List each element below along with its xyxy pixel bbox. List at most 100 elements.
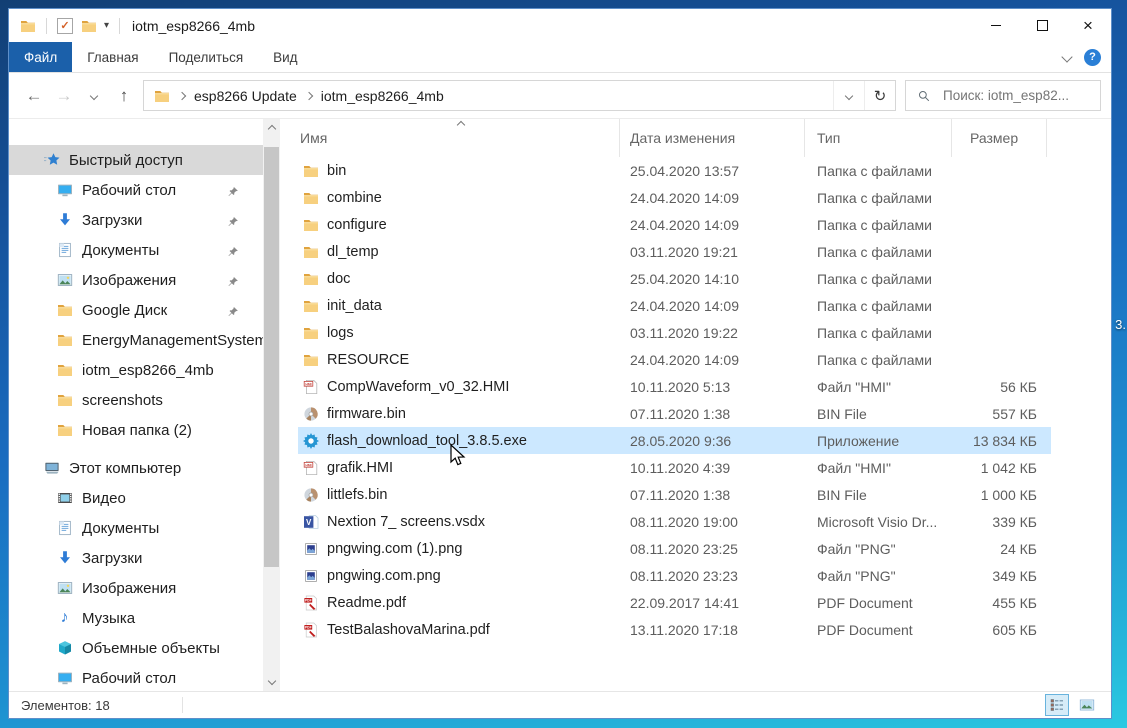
sidebar-item-изображения[interactable]: Изображения: [9, 265, 263, 295]
video-icon: [56, 490, 73, 507]
file-row[interactable]: PDFTestBalashovaMarina.pdf13.11.2020 17:…: [298, 616, 1051, 643]
sidebar-item-energymanagementsystemn[interactable]: EnergyManagementSystemN: [9, 325, 263, 355]
forward-button[interactable]: →: [49, 81, 79, 111]
sidebar-item-новая-папка-2-[interactable]: Новая папка (2): [9, 415, 263, 445]
sidebar-item-музыка[interactable]: ♪ Музыка: [9, 603, 263, 633]
disc-icon: [302, 405, 319, 422]
search-input[interactable]: [941, 87, 1091, 104]
ribbon-tab-файл[interactable]: Файл: [9, 42, 72, 72]
hmi-icon: HMI: [302, 459, 319, 476]
file-row[interactable]: RESOURCE24.04.2020 14:09Папка с файлами: [298, 346, 1051, 373]
minimize-button[interactable]: [973, 9, 1019, 42]
svg-text:PDF: PDF: [304, 598, 311, 602]
file-date: 24.04.2020 14:09: [620, 190, 805, 206]
sidebar-item-изображения[interactable]: Изображения: [9, 573, 263, 603]
navigation-pane: Быстрый доступРабочий столЗагрузкиДокуме…: [9, 119, 263, 691]
hmi-icon: HMI: [302, 378, 319, 395]
refresh-button[interactable]: ↻: [864, 81, 895, 110]
help-button[interactable]: ?: [1084, 49, 1101, 66]
address-bar[interactable]: esp8266 Update iotm_esp8266_4mb ↻: [143, 80, 896, 111]
scrollbar-thumb[interactable]: [264, 147, 279, 567]
file-row[interactable]: combine24.04.2020 14:09Папка с файлами: [298, 184, 1051, 211]
breadcrumb-segment[interactable]: iotm_esp8266_4mb: [321, 88, 444, 104]
file-row[interactable]: HMIgrafik.HMI10.11.2020 4:39Файл "HMI"1 …: [298, 454, 1051, 481]
file-row[interactable]: flash_download_tool_3.8.5.exe28.05.2020 …: [298, 427, 1051, 454]
sidebar-item-iotm-esp8266-4mb[interactable]: iotm_esp8266_4mb: [9, 355, 263, 385]
file-type: Папка с файлами: [805, 190, 952, 206]
ribbon-tab-поделиться[interactable]: Поделиться: [154, 42, 259, 72]
file-date: 03.11.2020 19:22: [620, 325, 805, 341]
close-button[interactable]: ×: [1065, 9, 1111, 42]
file-row[interactable]: VNextion 7_ screens.vsdx08.11.2020 19:00…: [298, 508, 1051, 535]
file-name-cell: configure: [302, 216, 620, 233]
sidebar-item-объемные-объекты[interactable]: Объемные объекты: [9, 633, 263, 663]
breadcrumb-separator-icon: [305, 91, 313, 99]
sidebar-item-label: Музыка: [82, 610, 135, 627]
sidebar-item-label: screenshots: [82, 392, 163, 409]
back-button[interactable]: ←: [19, 81, 49, 111]
chevron-down-icon: [845, 91, 853, 99]
properties-check-icon[interactable]: ✓: [57, 18, 73, 34]
desktop-icon-label-fragment: 3.: [1115, 317, 1126, 332]
file-row[interactable]: configure24.04.2020 14:09Папка с файлами: [298, 211, 1051, 238]
column-header-date[interactable]: Дата изменения: [620, 119, 805, 157]
ribbon-tab-главная[interactable]: Главная: [72, 42, 153, 72]
file-row[interactable]: doc25.04.2020 14:10Папка с файлами: [298, 265, 1051, 292]
file-row[interactable]: pngwing.com (1).png08.11.2020 23:25Файл …: [298, 535, 1051, 562]
sidebar-item-загрузки[interactable]: Загрузки: [9, 205, 263, 235]
breadcrumb-segment[interactable]: esp8266 Update: [194, 88, 297, 104]
file-row[interactable]: logs03.11.2020 19:22Папка с файлами: [298, 319, 1051, 346]
svg-text:HMI: HMI: [305, 463, 311, 467]
ribbon-right: ?: [1063, 42, 1111, 72]
up-button[interactable]: ↑: [109, 81, 139, 111]
large-icons-view-icon: [1079, 697, 1096, 714]
ribbon-tab-вид[interactable]: Вид: [258, 42, 312, 72]
file-rows: bin25.04.2020 13:57Папка с файламиcombin…: [280, 157, 1111, 643]
maximize-button[interactable]: [1019, 9, 1065, 42]
file-row[interactable]: HMICompWaveform_v0_32.HMI10.11.2020 5:13…: [298, 373, 1051, 400]
file-row[interactable]: firmware.bin07.11.2020 1:38BIN File557 К…: [298, 400, 1051, 427]
sidebar-item-загрузки[interactable]: Загрузки: [9, 543, 263, 573]
qat-dropdown-caret-icon[interactable]: ▾: [104, 20, 109, 31]
file-name-cell: doc: [302, 270, 620, 287]
file-date: 07.11.2020 1:38: [620, 487, 805, 503]
sidebar-item-документы[interactable]: Документы: [9, 235, 263, 265]
file-row[interactable]: dl_temp03.11.2020 19:21Папка с файлами: [298, 238, 1051, 265]
recent-locations-button[interactable]: [79, 81, 109, 111]
music-icon: ♪: [56, 610, 73, 627]
file-row[interactable]: pngwing.com.png08.11.2020 23:23Файл "PNG…: [298, 562, 1051, 589]
file-size: 24 КБ: [952, 541, 1047, 557]
title-bar[interactable]: ✓ ▾ iotm_esp8266_4mb ×: [9, 9, 1111, 42]
sidebar-item-label: EnergyManagementSystemN: [82, 332, 263, 349]
file-name-cell: pngwing.com (1).png: [302, 540, 620, 557]
file-row[interactable]: init_data24.04.2020 14:09Папка с файлами: [298, 292, 1051, 319]
sidebar-item-рабочий-стол[interactable]: Рабочий стол: [9, 663, 263, 691]
new-folder-icon[interactable]: [80, 17, 97, 34]
address-dropdown-button[interactable]: [833, 81, 864, 110]
folder-icon: [56, 362, 73, 379]
file-date: 25.04.2020 13:57: [620, 163, 805, 179]
sidebar-scrollbar[interactable]: [263, 119, 280, 691]
scroll-down-arrow[interactable]: [263, 673, 280, 689]
column-header-type[interactable]: Тип: [805, 119, 952, 157]
file-name-cell: firmware.bin: [302, 405, 620, 422]
sidebar-item-рабочий-стол[interactable]: Рабочий стол: [9, 175, 263, 205]
file-type: Файл "HMI": [805, 460, 952, 476]
scroll-up-arrow[interactable]: [263, 121, 280, 137]
column-header-size[interactable]: Размер: [952, 119, 1047, 157]
file-row[interactable]: PDFReadme.pdf22.09.2017 14:41PDF Documen…: [298, 589, 1051, 616]
file-name: Nextion 7_ screens.vsdx: [327, 514, 485, 530]
file-row[interactable]: littlefs.bin07.11.2020 1:38BIN File1 000…: [298, 481, 1051, 508]
details-view-button[interactable]: [1045, 694, 1069, 716]
search-box[interactable]: [905, 80, 1101, 111]
ribbon-collapse-chevron-icon[interactable]: [1061, 51, 1072, 62]
sidebar-item-быстрый-доступ[interactable]: Быстрый доступ: [9, 145, 263, 175]
sidebar-item-документы[interactable]: Документы: [9, 513, 263, 543]
file-row[interactable]: bin25.04.2020 13:57Папка с файлами: [298, 157, 1051, 184]
sidebar-gap: [9, 445, 263, 453]
sidebar-item-видео[interactable]: Видео: [9, 483, 263, 513]
sidebar-item-google-диск[interactable]: Google Диск: [9, 295, 263, 325]
sidebar-item-screenshots[interactable]: screenshots: [9, 385, 263, 415]
sidebar-item-этот-компьютер[interactable]: Этот компьютер: [9, 453, 263, 483]
large-icons-view-button[interactable]: [1075, 694, 1099, 716]
